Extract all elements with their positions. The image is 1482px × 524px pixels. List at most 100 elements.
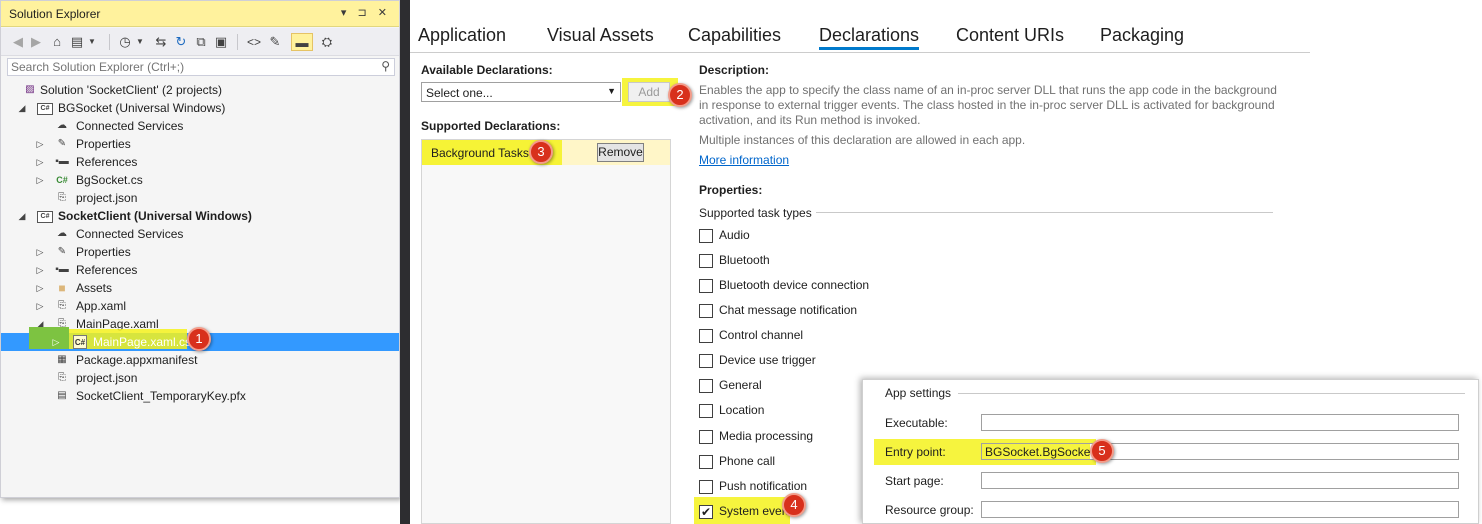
collapsed-arrow-icon[interactable]: ▷ — [35, 297, 45, 315]
add-button[interactable]: Add — [628, 82, 670, 102]
tab-visual-assets[interactable]: Visual Assets — [547, 25, 654, 46]
home-icon[interactable]: ⌂ — [49, 33, 65, 51]
tree-item-label: SocketClient (Universal Windows) — [58, 209, 252, 223]
tree-item-temporary-key[interactable]: ▤ SocketClient_TemporaryKey.pfx — [1, 387, 399, 405]
tree-item-bgsocket-project[interactable]: ◢ C# BGSocket (Universal Windows) — [1, 99, 399, 117]
tree-item-label: Connected Services — [76, 119, 184, 133]
checkbox-location[interactable] — [699, 404, 713, 418]
chevron-down-icon[interactable]: ▼ — [135, 33, 145, 51]
tree-item-bgsocket-cs[interactable]: ▷ C# BgSocket.cs — [1, 171, 399, 189]
tree-item-app-xaml[interactable]: ▷ ⎘ App.xaml — [1, 297, 399, 315]
tree-item-socketclient-project[interactable]: ◢ C# SocketClient (Universal Windows) — [1, 207, 399, 225]
show-all-files-icon[interactable]: ▣ — [213, 33, 229, 51]
tree-item-connected-services[interactable]: ☁ Connected Services — [1, 225, 399, 243]
view-code-icon[interactable]: <> — [245, 33, 263, 51]
checkbox-bluetooth[interactable] — [699, 254, 713, 268]
app-settings-heading: App settings — [885, 386, 952, 400]
checkbox-bluetooth-device-connection[interactable] — [699, 279, 713, 293]
tab-application[interactable]: Application — [418, 25, 506, 46]
pending-changes-icon[interactable]: ◷ — [117, 33, 133, 51]
supported-declarations-list — [421, 139, 671, 524]
more-information-link[interactable]: More information — [699, 153, 789, 167]
tab-declarations[interactable]: Declarations — [819, 25, 920, 50]
tree-item-label: Solution 'SocketClient' (2 projects) — [40, 83, 222, 97]
resource-group-input[interactable] — [981, 501, 1459, 518]
checkbox-control-channel[interactable] — [699, 329, 713, 343]
description-text: in response to external trigger events. … — [699, 98, 1275, 112]
collapsed-arrow-icon[interactable]: ▷ — [35, 153, 45, 171]
executable-label: Executable: — [885, 416, 948, 430]
tree-item-assets[interactable]: ▷ ■ Assets — [1, 279, 399, 297]
refresh-icon[interactable]: ↻ — [173, 33, 189, 51]
collapsed-arrow-icon[interactable]: ▷ — [35, 171, 45, 189]
tree-item-references[interactable]: ▷ ▪▬ References — [1, 153, 399, 171]
checkbox-device-use-trigger[interactable] — [699, 354, 713, 368]
class-view-icon[interactable]: ⛭ — [319, 33, 335, 51]
description-heading: Description: — [699, 63, 770, 77]
collapsed-arrow-icon[interactable]: ▷ — [35, 261, 45, 279]
tree-item-project-json[interactable]: ⎘ project.json — [1, 369, 399, 387]
available-declarations-select[interactable]: Select one... ▼ — [421, 82, 621, 102]
checkbox-push-notification[interactable] — [699, 480, 713, 494]
description-text: Enables the app to specify the class nam… — [699, 83, 1277, 97]
tree-item-references[interactable]: ▷ ▪▬ References — [1, 261, 399, 279]
tree-item-connected-services[interactable]: ☁ Connected Services — [1, 117, 399, 135]
checkbox-general[interactable] — [699, 379, 713, 393]
entry-point-input[interactable]: BGSocket.BgSocket — [981, 443, 1459, 460]
search-input[interactable] — [8, 59, 368, 75]
back-icon[interactable]: ◀ — [11, 33, 25, 51]
tree-item-package-manifest[interactable]: ▦ Package.appxmanifest — [1, 351, 399, 369]
expanded-arrow-icon[interactable]: ◢ — [17, 99, 27, 117]
solution-explorer-toolbar: ◀ ▶ ⌂ ▤ ▼ ◷ ▼ ⇆ ↻ ⧉ ▣ <> ✎ ▬ ⛭ — [1, 28, 399, 56]
folder-icon: ■ — [58, 281, 66, 295]
sync-icon[interactable]: ⇆ — [153, 33, 169, 51]
csharp-file-icon: C# — [73, 335, 87, 349]
tab-packaging[interactable]: Packaging — [1100, 25, 1184, 46]
forward-icon[interactable]: ▶ — [29, 33, 43, 51]
chevron-down-icon[interactable]: ▼ — [87, 33, 97, 51]
tree-item-properties[interactable]: ▷ ✎ Properties — [1, 135, 399, 153]
remove-button[interactable]: Remove — [597, 143, 644, 162]
checkbox-label: Bluetooth — [719, 253, 770, 267]
tree-item-label: project.json — [76, 371, 138, 385]
tree-item-properties[interactable]: ▷ ✎ Properties — [1, 243, 399, 261]
toolbar-separator — [237, 34, 238, 50]
solution-explorer-search[interactable]: ⚲ — [7, 58, 395, 76]
solution-icon: ▨ — [25, 84, 35, 95]
tree-item-project-json[interactable]: ⎘ project.json — [1, 189, 399, 207]
checkbox-chat-message-notification[interactable] — [699, 304, 713, 318]
checkbox-system-event[interactable]: ✔ — [699, 505, 713, 519]
switch-views-icon[interactable]: ▤ — [69, 33, 85, 51]
wrench-icon[interactable]: ✎ — [267, 33, 283, 51]
checkbox-label: General — [719, 378, 762, 392]
xaml-file-icon: ⎘ — [58, 300, 66, 311]
window-buttons[interactable]: ▾ ⊐ ✕ — [341, 6, 391, 19]
select-value: Select one... — [426, 86, 493, 100]
collapsed-arrow-icon[interactable]: ▷ — [35, 279, 45, 297]
solution-tree: ▨ Solution 'SocketClient' (2 projects) ◢… — [1, 81, 399, 411]
checkbox-audio[interactable] — [699, 229, 713, 243]
json-file-icon: ⎘ — [58, 372, 66, 383]
start-page-input[interactable] — [981, 472, 1459, 489]
checkbox-label: System event — [719, 504, 792, 518]
checkbox-label: Chat message notification — [719, 303, 858, 317]
collapsed-arrow-icon[interactable]: ▷ — [35, 243, 45, 261]
solution-explorer-titlebar: Solution Explorer ▾ ⊐ ✕ — [1, 1, 399, 27]
tree-item-solution[interactable]: ▨ Solution 'SocketClient' (2 projects) — [1, 81, 399, 99]
checkbox-phone-call[interactable] — [699, 455, 713, 469]
tab-content-uris[interactable]: Content URIs — [956, 25, 1064, 46]
manifest-tabs: Application Visual Assets Capabilities D… — [410, 0, 1310, 55]
collapse-all-icon[interactable]: ⧉ — [193, 33, 209, 51]
references-icon: ▪▬ — [55, 264, 69, 275]
csharp-project-icon: C# — [37, 209, 53, 223]
search-icon[interactable]: ⚲ — [381, 59, 390, 73]
preview-selected-icon[interactable]: ▬ — [291, 33, 313, 51]
checkbox-media-processing[interactable] — [699, 430, 713, 444]
expanded-arrow-icon[interactable]: ◢ — [17, 207, 27, 225]
wrench-icon: ✎ — [57, 138, 67, 149]
collapsed-arrow-icon[interactable]: ▷ — [35, 135, 45, 153]
executable-input[interactable] — [981, 414, 1459, 431]
collapsed-arrow-icon[interactable]: ▷ — [51, 333, 61, 351]
tab-capabilities[interactable]: Capabilities — [688, 25, 781, 46]
manifest-icon: ▦ — [57, 354, 67, 365]
